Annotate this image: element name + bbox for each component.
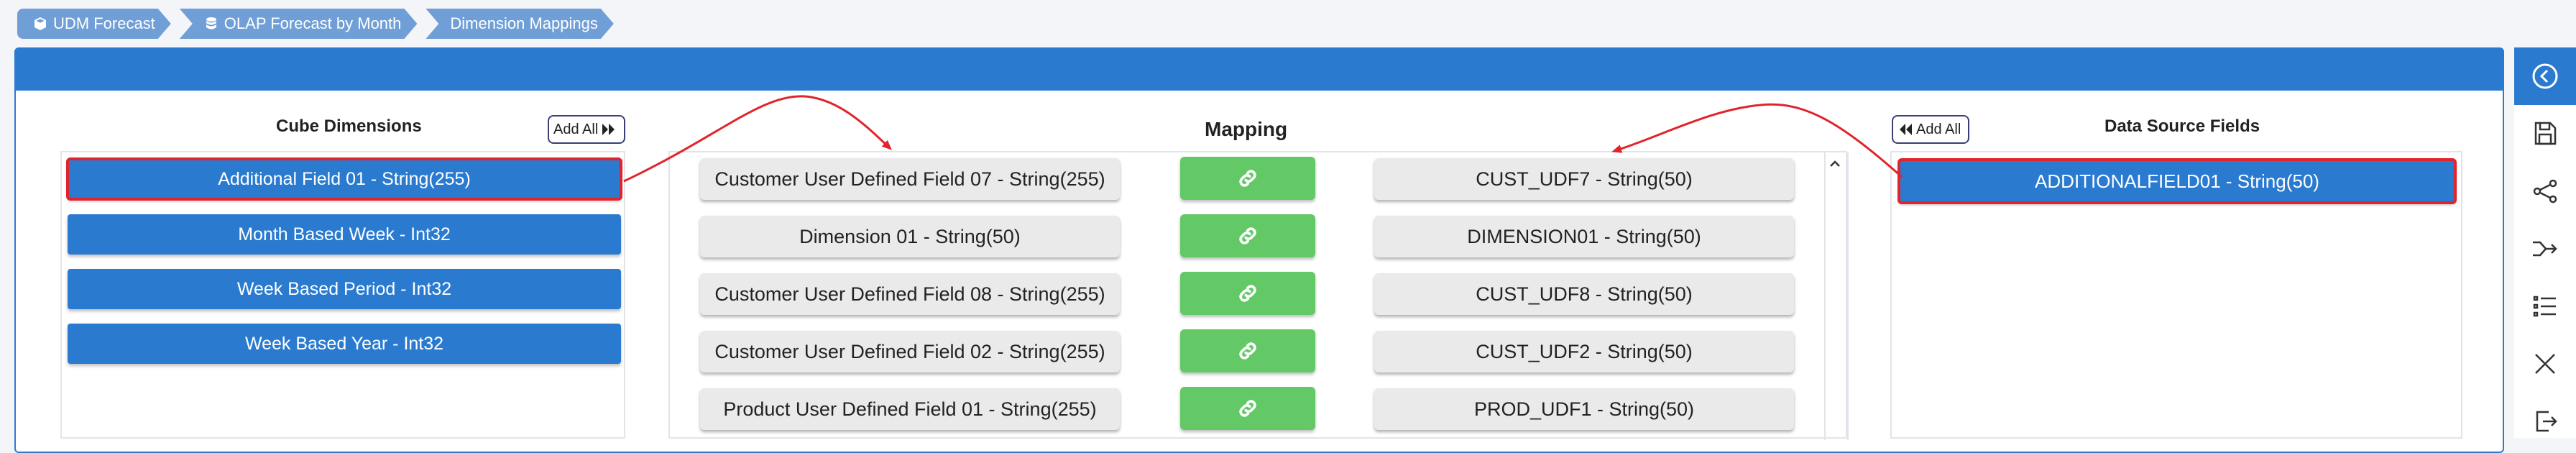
data-source-field-item[interactable]: ADDITIONALFIELD01 - String(50) — [1898, 158, 2457, 204]
mapped-source-field[interactable]: DIMENSION01 - String(50) — [1374, 216, 1794, 257]
share-button[interactable] — [2514, 163, 2576, 220]
mapped-cube-field[interactable]: Customer User Defined Field 02 - String(… — [700, 331, 1120, 372]
breadcrumb-item-olap-forecast[interactable]: OLAP Forecast by Month — [180, 9, 418, 39]
exit-icon — [2536, 411, 2557, 432]
link-icon — [1239, 227, 1256, 244]
scroll-up-button[interactable] — [1826, 157, 1844, 171]
mapped-source-field[interactable]: PROD_UDF1 - String(50) — [1374, 388, 1794, 430]
mapped-cube-field[interactable]: Product User Defined Field 01 - String(2… — [700, 388, 1120, 430]
close-icon — [2535, 354, 2555, 374]
merge-icon — [2533, 241, 2557, 257]
save-icon — [2534, 122, 2557, 145]
exit-button[interactable] — [2514, 393, 2576, 450]
data-source-fields-title: Data Source Fields — [2104, 116, 2260, 136]
link-button[interactable] — [1180, 214, 1315, 257]
breadcrumb-label: UDM Forecast — [53, 14, 155, 32]
cube-icon — [33, 17, 47, 31]
link-icon — [1239, 285, 1256, 302]
cube-dimension-item[interactable]: Week Based Year - Int32 — [68, 324, 621, 364]
source-add-all-button[interactable]: Add All — [1892, 115, 1969, 144]
mapping-scrollbar[interactable] — [1824, 152, 1849, 440]
cube-add-all-button[interactable]: Add All — [548, 115, 625, 144]
cube-dimension-item[interactable]: Week Based Period - Int32 — [68, 269, 621, 309]
cube-dimension-item[interactable]: Month Based Week - Int32 — [68, 214, 621, 255]
mapping-title: Mapping — [1205, 118, 1288, 140]
link-icon — [1239, 400, 1256, 417]
close-button[interactable] — [2514, 335, 2576, 393]
database-icon — [204, 17, 218, 31]
cube-dimensions-title: Cube Dimensions — [276, 116, 422, 136]
mapped-cube-field[interactable]: Customer User Defined Field 07 - String(… — [700, 158, 1120, 200]
link-button[interactable] — [1180, 387, 1315, 430]
add-all-label: Add All — [1916, 121, 1961, 137]
breadcrumb-label: OLAP Forecast by Month — [224, 14, 402, 32]
link-button[interactable] — [1180, 157, 1315, 200]
list-icon — [2533, 296, 2556, 317]
breadcrumb-item-dimension-mappings[interactable]: Dimension Mappings — [426, 9, 613, 39]
mapped-source-field[interactable]: CUST_UDF2 - String(50) — [1374, 331, 1794, 372]
link-button[interactable] — [1180, 272, 1315, 315]
double-chevron-left-icon — [1900, 124, 1912, 135]
add-all-label: Add All — [553, 121, 599, 137]
right-toolbar — [2514, 47, 2576, 438]
link-button[interactable] — [1180, 329, 1315, 372]
mapped-cube-field[interactable]: Dimension 01 - String(50) — [700, 216, 1120, 257]
back-button[interactable] — [2514, 47, 2576, 105]
link-icon — [1239, 342, 1256, 360]
panel-header — [16, 49, 2503, 91]
breadcrumb-item-udm-forecast[interactable]: UDM Forecast — [17, 9, 171, 39]
merge-button[interactable] — [2514, 220, 2576, 278]
mapped-source-field[interactable]: CUST_UDF8 - String(50) — [1374, 273, 1794, 315]
save-button[interactable] — [2514, 105, 2576, 163]
double-chevron-right-icon — [602, 124, 615, 135]
chevron-up-icon — [1830, 160, 1840, 167]
mapped-source-field[interactable]: CUST_UDF7 - String(50) — [1374, 158, 1794, 200]
link-icon — [1239, 170, 1256, 187]
cube-dimension-item[interactable]: Additional Field 01 - String(255) — [66, 157, 622, 201]
list-button[interactable] — [2514, 278, 2576, 335]
back-icon — [2532, 63, 2558, 89]
breadcrumb-label: Dimension Mappings — [450, 14, 598, 32]
breadcrumb: UDM Forecast OLAP Forecast by Month Dime… — [17, 9, 622, 39]
mapped-cube-field[interactable]: Customer User Defined Field 08 - String(… — [700, 273, 1120, 315]
share-icon — [2533, 179, 2557, 203]
